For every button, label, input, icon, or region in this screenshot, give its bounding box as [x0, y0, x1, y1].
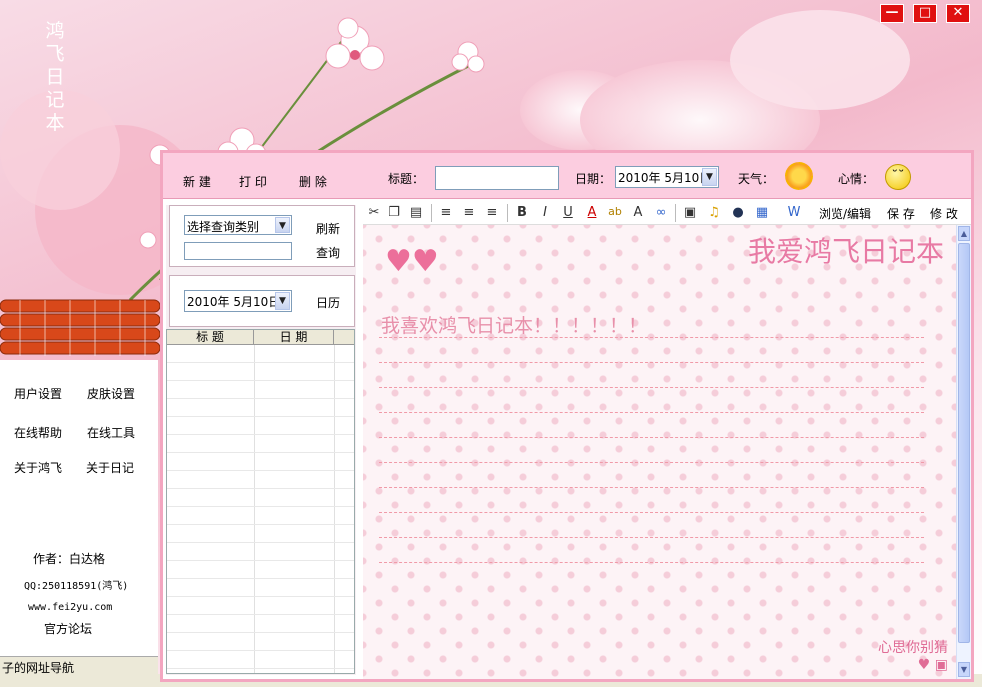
mood-label: 心情：: [838, 172, 875, 186]
editor-scrollbar[interactable]: ▲ ▼: [956, 225, 971, 679]
diary-main-panel: 新 建 打 印 删 除 标题： 日期： 2010年 5月10日 ▼ 天气： 心情：…: [160, 150, 974, 682]
title-input[interactable]: [435, 166, 559, 190]
bold-icon[interactable]: B: [513, 205, 531, 220]
word-icon[interactable]: W: [785, 205, 803, 220]
online-tools-link[interactable]: 在线工具: [87, 424, 135, 441]
minimize-button[interactable]: —: [880, 4, 904, 23]
link-icon[interactable]: ∞: [652, 205, 670, 220]
table-row: [167, 345, 354, 363]
media-icon[interactable]: ♫: [705, 205, 723, 220]
table-row: [167, 381, 354, 399]
underline-icon[interactable]: U: [559, 205, 577, 220]
new-button[interactable]: 新 建: [183, 173, 211, 190]
online-help-link[interactable]: 在线帮助: [14, 424, 62, 441]
about-diary-link[interactable]: 关于日记: [86, 459, 134, 476]
align-center-icon[interactable]: ≡: [460, 205, 478, 220]
gift-box-illustration: 心思你别猜 ♥ ▣: [878, 640, 948, 673]
italic-icon[interactable]: I: [536, 205, 554, 220]
status-bar: 子的网址导航: [0, 656, 158, 674]
column-header-title[interactable]: 标 题: [167, 330, 254, 345]
flash-icon[interactable]: ●: [729, 205, 747, 220]
copy-icon[interactable]: ❐: [385, 205, 403, 220]
search-date-picker[interactable]: 2010年 5月10日 ▼: [184, 290, 292, 312]
editor-banner: 我爱鸿飞日记本: [747, 235, 944, 268]
font-color-icon[interactable]: A: [583, 205, 601, 220]
table-row: [167, 615, 354, 633]
weather-label: 天气：: [738, 172, 775, 186]
sun-icon[interactable]: [785, 162, 813, 190]
cut-icon[interactable]: ✂: [365, 205, 383, 220]
forum-link[interactable]: 官方论坛: [44, 620, 92, 637]
paste-icon[interactable]: ▤: [407, 205, 425, 220]
modify-button[interactable]: 修 改: [930, 205, 958, 222]
date-box: 2010年 5月10日 ▼ 日历: [169, 275, 355, 327]
user-settings-link[interactable]: 用户设置: [14, 385, 62, 402]
editor-toolbar: ✂ ❐ ▤ ≡ ≡ ≡ B I U A ab A ∞ ▣ ♫ ● ▦ W 浏览/…: [363, 201, 971, 225]
table-row: [167, 543, 354, 561]
table-row: [167, 471, 354, 489]
query-box: 选择查询类别 ▼ 刷新 查询: [169, 205, 355, 267]
table-row: [167, 579, 354, 597]
highlight-icon[interactable]: ab: [606, 205, 624, 218]
diary-list[interactable]: 标 题 日 期: [166, 329, 355, 674]
column-header-extra: [334, 330, 354, 345]
website-link[interactable]: www.fei2yu.com: [28, 602, 112, 613]
table-row: [167, 363, 354, 381]
calendar-button[interactable]: 日历: [316, 294, 340, 311]
scroll-thumb[interactable]: [958, 243, 970, 643]
maximize-button[interactable]: □: [913, 4, 937, 23]
chevron-down-icon: ▼: [702, 168, 717, 186]
left-menu-panel: 用户设置 皮肤设置 在线帮助 在线工具 关于鸿飞 关于日记 作者：白达格 QQ:…: [0, 360, 158, 656]
chevron-down-icon: ▼: [275, 217, 290, 233]
refresh-button[interactable]: 刷新: [316, 220, 340, 237]
chevron-down-icon: ▼: [275, 292, 290, 310]
table-row: [167, 651, 354, 669]
align-right-icon[interactable]: ≡: [483, 205, 501, 220]
date-picker[interactable]: 2010年 5月10日 ▼: [615, 166, 719, 188]
table-row: [167, 561, 354, 579]
smiley-icon[interactable]: ˘˘: [885, 164, 911, 190]
table-row: [167, 489, 354, 507]
table-row: [167, 507, 354, 525]
main-toolbar: 新 建 打 印 删 除 标题： 日期： 2010年 5月10日 ▼ 天气： 心情：…: [163, 153, 971, 199]
close-button[interactable]: ✕: [946, 4, 970, 23]
font-size-icon[interactable]: A: [629, 205, 647, 220]
hearts-icon: ♥♥: [385, 244, 439, 279]
qq-label: QQ:250118591(鸿飞): [24, 581, 129, 592]
image-icon[interactable]: ▣: [681, 205, 699, 220]
align-left-icon[interactable]: ≡: [437, 205, 455, 220]
table-row: [167, 435, 354, 453]
table-row: [167, 597, 354, 615]
column-header-date[interactable]: 日 期: [254, 330, 334, 345]
table-row: [167, 633, 354, 651]
diary-editor[interactable]: ♥♥ 我爱鸿飞日记本 我喜欢鸿飞日记本！！！！！！ 心思你别猜 ♥ ▣: [363, 225, 956, 679]
scroll-up-icon[interactable]: ▲: [958, 226, 970, 241]
table-row: [167, 453, 354, 471]
category-select[interactable]: 选择查询类别 ▼: [184, 215, 292, 235]
author-label: 作者：白达格: [33, 552, 106, 566]
diary-content[interactable]: 我喜欢鸿飞日记本！！！！！！: [381, 311, 647, 338]
title-label: 标题：: [388, 172, 425, 186]
skin-settings-link[interactable]: 皮肤设置: [87, 385, 135, 402]
table-row: [167, 417, 354, 435]
date-label: 日期：: [575, 172, 612, 186]
table-row: [167, 525, 354, 543]
about-hongfei-link[interactable]: 关于鸿飞: [14, 459, 62, 476]
scroll-down-icon[interactable]: ▼: [958, 662, 970, 677]
delete-button[interactable]: 删 除: [299, 173, 327, 190]
table-row: [167, 399, 354, 417]
query-button[interactable]: 查询: [316, 244, 340, 261]
save-button[interactable]: 保 存: [887, 205, 915, 222]
query-input[interactable]: [184, 242, 292, 260]
app-title: 鸿飞日记本: [45, 20, 65, 134]
browse-edit-button[interactable]: 浏览/编辑: [819, 205, 871, 222]
print-button[interactable]: 打 印: [239, 173, 267, 190]
table-icon[interactable]: ▦: [753, 205, 771, 220]
